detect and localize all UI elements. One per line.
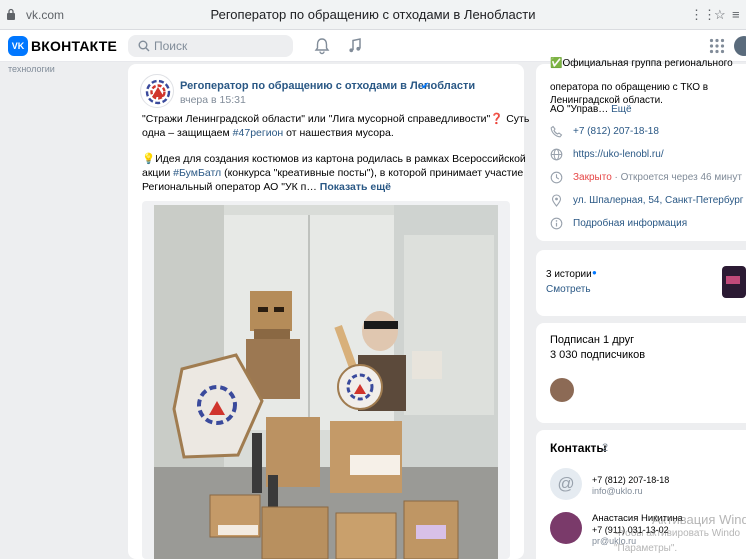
hashtag-link[interactable]: #БумБатл <box>173 167 221 179</box>
text-segment: АО "Управ… <box>550 104 612 115</box>
stories-card: 3 истории ● Смотреть <box>536 250 746 316</box>
browser-bar: vk.com Регоператор по обращению с отхода… <box>0 0 746 30</box>
menu-icon[interactable]: ≡ <box>732 7 740 22</box>
description-more-link[interactable]: Ещё <box>611 104 631 115</box>
text-segment: Региональный оператор АО "УК п… <box>142 181 320 193</box>
contact-avatar[interactable] <box>550 512 582 544</box>
group-logo-icon <box>145 79 171 105</box>
website-link[interactable]: https://uko-lenobl.ru/ <box>573 149 664 160</box>
extension-icon[interactable]: ⋮⋮ <box>690 7 716 23</box>
search-placeholder: Поиск <box>154 39 188 53</box>
bell-icon[interactable] <box>313 37 331 55</box>
sidebar-item-technologies[interactable]: технологии <box>8 64 55 74</box>
contacts-title[interactable]: Контакты <box>550 441 607 455</box>
search-icon <box>138 40 150 52</box>
email-icon: @ <box>550 468 582 500</box>
music-icon[interactable] <box>346 37 364 55</box>
watch-stories-link[interactable]: Смотреть <box>546 284 591 295</box>
vk-logo-icon[interactable]: VK <box>8 36 28 56</box>
post-time[interactable]: вчера в 15:31 <box>180 94 246 106</box>
status-closed: Закрыто <box>573 172 612 183</box>
bookmark-star-icon[interactable]: ☆ <box>714 7 726 23</box>
post-text-line: Региональный оператор АО "УК п… Показать… <box>142 180 391 194</box>
windows-watermark-text: Чтобы активировать Windo <box>614 528 741 539</box>
text-segment: одна – защищаем <box>142 127 233 139</box>
group-name-link[interactable]: Регоператор по обращению с отходами в Ле… <box>180 80 475 92</box>
group-description-line: АО "Управ… Ещё <box>550 104 632 115</box>
post-text-line: акции #БумБатл (конкурса "креативные пос… <box>142 166 523 180</box>
contacts-count: 2 <box>602 442 609 454</box>
contacts-card: Контакты 2 @ +7 (812) 207-18-18 info@ukl… <box>536 430 746 559</box>
globe-icon <box>550 148 563 161</box>
more-info-link[interactable]: Подробная информация <box>573 218 687 229</box>
show-more-link[interactable]: Показать ещё <box>320 181 391 193</box>
contact-email[interactable]: info@uklo.ru <box>592 486 643 496</box>
address-link[interactable]: ул. Шпалерная, 54, Санкт-Петербург <box>573 195 743 206</box>
phone-icon <box>550 125 563 138</box>
wall-post: Регоператор по обращению с отходами в Ле… <box>128 64 529 559</box>
group-description-line: оператора по обращению с ТКО в <box>550 82 709 93</box>
apps-grid-icon[interactable] <box>708 37 726 55</box>
new-stories-dot-icon: ● <box>592 268 597 277</box>
friends-subscribed[interactable]: Подписан 1 друг <box>550 334 634 346</box>
info-icon <box>550 217 563 230</box>
story-preview[interactable] <box>722 266 746 298</box>
group-avatar[interactable] <box>140 74 174 108</box>
story-preview-art <box>726 276 740 284</box>
location-pin-icon <box>551 194 562 207</box>
post-text-line: 💡Идея для создания костюмов из картона р… <box>142 153 526 165</box>
group-info-card: ✅Официальная группа регионального операт… <box>536 58 746 241</box>
text-segment: от нашествия мусора. <box>283 127 394 139</box>
post-text-line: "Стражи Ленинградской области" или "Лига… <box>142 113 530 125</box>
windows-watermark-text: "Параметры". <box>614 543 678 554</box>
status-opens: · Откроется через 46 минут <box>611 172 742 183</box>
hashtag-link[interactable]: #47регион <box>233 127 284 139</box>
post-photo[interactable] <box>154 205 498 559</box>
clock-icon <box>550 171 563 184</box>
verified-icon: ✔ <box>421 81 430 92</box>
friend-avatar[interactable] <box>550 378 574 402</box>
user-avatar[interactable] <box>734 36 746 56</box>
stories-count: 3 истории <box>546 269 592 280</box>
text-segment: (конкурса "креативные посты"), в которой… <box>221 167 524 179</box>
page-title: Регоператор по обращению с отходами в Ле… <box>210 7 536 22</box>
text-segment: акции <box>142 167 174 179</box>
contact-phone[interactable]: +7 (812) 207-18-18 <box>592 475 669 485</box>
subscribers-card: Подписан 1 друг 3 030 подписчиков <box>536 323 746 423</box>
group-description-line: ✅Официальная группа регионального <box>550 58 733 69</box>
post-photo-frame[interactable] <box>142 201 510 559</box>
vk-logo-text[interactable]: ВКОНТАКТЕ <box>31 38 117 54</box>
phone-link[interactable]: +7 (812) 207-18-18 <box>573 126 659 137</box>
windows-watermark-title: Активация Windows <box>652 512 746 527</box>
post-text-line: одна – защищаем #47регион от нашествия м… <box>142 126 394 140</box>
search-input[interactable]: Поиск <box>128 35 293 57</box>
opening-hours[interactable]: Закрыто · Откроется через 46 минут <box>573 172 742 183</box>
subscribers-count[interactable]: 3 030 подписчиков <box>550 349 645 361</box>
